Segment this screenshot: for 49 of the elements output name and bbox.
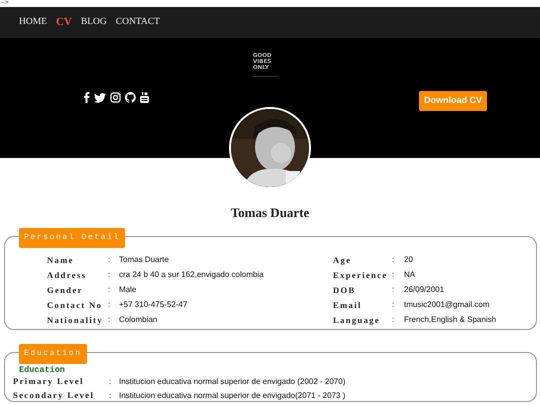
field-label: Primary Level: [13, 375, 85, 388]
colon-text: :: [392, 269, 396, 281]
cat-icon[interactable]: [125, 92, 136, 103]
field-value: Tomas Duarte: [119, 254, 169, 266]
field-value: 20: [404, 254, 413, 266]
nav-link[interactable]: HOME: [19, 15, 47, 30]
field-value: cra 24 b 40 a sur 162,envigado colombia: [119, 269, 264, 281]
bird-icon[interactable]: [94, 92, 106, 102]
section-legend: Education: [19, 344, 87, 364]
colon-text: :: [109, 376, 112, 388]
section-heading: Education: [19, 364, 66, 374]
nav-link[interactable]: CONTACT: [116, 15, 160, 30]
colon-text: :: [108, 254, 112, 266]
field-value: Institucion educativa normal superior de envigado (2002 - 2070): [119, 376, 346, 388]
person-name: Tomas Duarte: [230, 204, 310, 222]
colon-text: :: [108, 299, 112, 311]
facebook-icon[interactable]: [83, 92, 90, 103]
field-value: Colombian: [119, 314, 158, 326]
colon-text: :: [392, 254, 396, 266]
colon-text: :: [108, 314, 112, 326]
field-value: +57 310-475-52-47: [119, 299, 188, 311]
video-icon[interactable]: [140, 92, 149, 103]
colon-text: :: [108, 284, 112, 296]
field-label: Secondary Level: [13, 389, 96, 402]
field-value: French,English & Spanish: [404, 314, 496, 326]
field-value: NA: [404, 269, 416, 281]
field-label: Language: [333, 314, 382, 326]
field-label: DOB: [333, 284, 357, 296]
field-label: Name: [47, 254, 75, 266]
field-label: Email: [333, 298, 363, 312]
field-label: Address: [47, 268, 88, 282]
nav-link[interactable]: CV: [56, 14, 72, 31]
colon-text: :: [392, 284, 396, 296]
field-value: tmusic2001@gmail.com: [404, 299, 490, 311]
section-legend: Personal Detail: [19, 228, 126, 248]
colon-text: :: [392, 299, 396, 311]
field-label: Experience: [333, 268, 389, 282]
camera-icon[interactable]: [110, 92, 121, 103]
colon-text: :: [109, 390, 112, 402]
field-label: Gender: [47, 284, 84, 296]
field-label: Nationality: [47, 314, 104, 326]
colon-text: :: [392, 314, 396, 326]
field-label: Age: [333, 254, 352, 266]
field-value: Institucion educativa normal superior de envigado(2071 - 2073 ): [119, 390, 346, 402]
nav-link[interactable]: BLOG: [80, 15, 107, 30]
colon-text: :: [108, 269, 112, 281]
field-value: 26/09/2001: [404, 284, 444, 296]
field-label: Contact No: [47, 298, 104, 312]
field-value: Male: [119, 284, 136, 296]
